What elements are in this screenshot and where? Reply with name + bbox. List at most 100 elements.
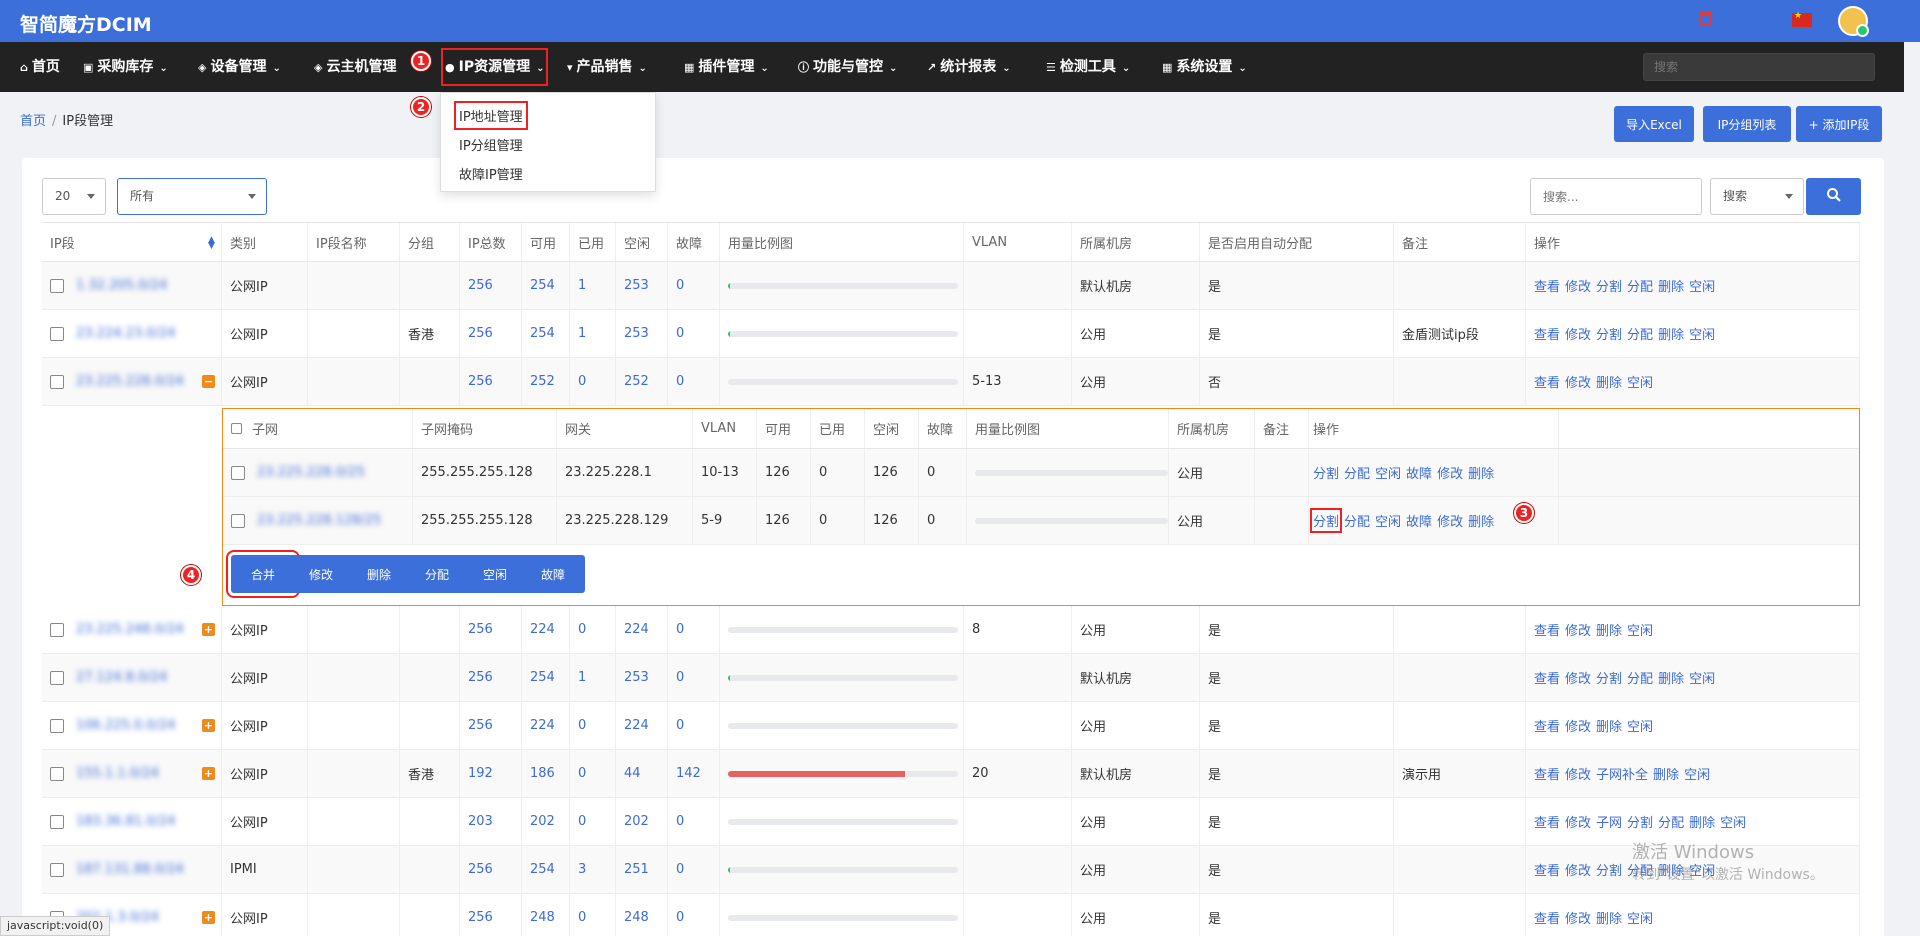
row-action-link[interactable]: 修改 — [1565, 764, 1591, 783]
row-action-link[interactable]: 分配 — [1658, 812, 1684, 831]
row-action-link[interactable]: 删除 — [1658, 324, 1684, 343]
subnet-link[interactable]: 23.225.228.0/25 — [257, 465, 365, 480]
cell-value[interactable]: 224 — [530, 622, 555, 637]
cell-value[interactable]: 0 — [676, 718, 684, 733]
subnet-action-link[interactable]: 分割 — [1313, 463, 1339, 482]
cell-value[interactable]: 251 — [624, 862, 649, 877]
row-action-link[interactable]: 删除 — [1596, 716, 1622, 735]
expand-icon[interactable]: + — [202, 719, 215, 732]
china-flag-icon[interactable] — [1792, 11, 1812, 27]
ip-segment-link[interactable]: 27.124.8.0/24 — [76, 670, 167, 685]
row-action-link[interactable]: 删除 — [1596, 908, 1622, 927]
cell-value[interactable]: 224 — [624, 622, 649, 637]
cell-value[interactable]: 256 — [468, 670, 493, 685]
cell-value[interactable]: 0 — [578, 718, 586, 733]
row-checkbox[interactable] — [50, 326, 64, 341]
trash-icon[interactable] — [1700, 12, 1712, 26]
subnet-select-all-checkbox[interactable] — [231, 423, 242, 434]
app-title[interactable]: 智简魔方DCIM — [20, 10, 152, 37]
row-checkbox[interactable] — [50, 814, 64, 829]
cell-value[interactable]: 0 — [676, 862, 684, 877]
cell-value[interactable]: 202 — [624, 814, 649, 829]
delete-button[interactable]: 删除 — [347, 555, 411, 593]
subnet-action-link[interactable]: 分配 — [1344, 463, 1370, 482]
ip-segment-link[interactable]: 106.225.0.0/24 — [76, 718, 176, 733]
dropdown-item-fault-ip[interactable]: 故障IP管理 — [459, 164, 523, 183]
subnet-action-link[interactable]: 故障 — [1406, 463, 1432, 482]
cell-value[interactable]: 0 — [676, 622, 684, 637]
cell-value[interactable]: 0 — [676, 910, 684, 925]
cell-value[interactable]: 256 — [468, 278, 493, 293]
row-action-link[interactable]: 查看 — [1534, 372, 1560, 391]
row-action-link[interactable]: 空闲 — [1627, 372, 1653, 391]
nav-item-3[interactable]: ◈ 云主机管理 — [314, 42, 396, 92]
cell-value[interactable]: 253 — [624, 278, 649, 293]
ip-segment-link[interactable]: 23.224.23.0/24 — [76, 326, 176, 341]
expand-icon[interactable]: + — [202, 623, 215, 636]
row-action-link[interactable]: 分割 — [1596, 668, 1622, 687]
row-action-link[interactable]: 子网补全 — [1596, 764, 1648, 783]
cell-value[interactable]: 256 — [468, 622, 493, 637]
nav-item-2[interactable]: ◈ 设备管理 ⌄ — [198, 42, 281, 92]
nav-item-8[interactable]: ↗ 统计报表 ⌄ — [927, 42, 1011, 92]
row-checkbox[interactable] — [50, 670, 64, 685]
search-field-select[interactable]: 搜索 — [1710, 178, 1804, 215]
dropdown-item-ip-address[interactable]: IP地址管理 — [454, 101, 528, 130]
row-action-link[interactable]: 分割 — [1627, 812, 1653, 831]
row-action-link[interactable]: 修改 — [1565, 860, 1591, 879]
import-excel-button[interactable]: 导入Excel — [1614, 106, 1694, 142]
row-action-link[interactable]: 分割 — [1596, 860, 1622, 879]
cell-value[interactable]: 248 — [624, 910, 649, 925]
row-checkbox[interactable] — [50, 718, 64, 733]
row-action-link[interactable]: 查看 — [1534, 812, 1560, 831]
cell-value[interactable]: 44 — [624, 766, 641, 781]
row-action-link[interactable]: 查看 — [1534, 324, 1560, 343]
subnet-action-link[interactable]: 空闲 — [1375, 511, 1401, 530]
subnet-action-link[interactable]: 空闲 — [1375, 463, 1401, 482]
row-action-link[interactable]: 修改 — [1565, 276, 1591, 295]
subnet-action-link[interactable]: 删除 — [1468, 511, 1494, 530]
add-ip-segment-button[interactable]: + 添加IP段 — [1796, 106, 1882, 142]
row-action-link[interactable]: 空闲 — [1689, 668, 1715, 687]
row-action-link[interactable]: 查看 — [1534, 620, 1560, 639]
cell-value[interactable]: 1 — [578, 278, 586, 293]
subnet-action-link[interactable]: 修改 — [1437, 511, 1463, 530]
row-action-link[interactable]: 查看 — [1534, 908, 1560, 927]
nav-item-1[interactable]: ▣ 采购库存 ⌄ — [83, 42, 168, 92]
cell-value[interactable]: 0 — [676, 326, 684, 341]
cell-value[interactable]: 1 — [578, 670, 586, 685]
cell-value[interactable]: 0 — [578, 766, 586, 781]
cell-value[interactable]: 0 — [676, 278, 684, 293]
subnet-action-link[interactable]: 删除 — [1468, 463, 1494, 482]
fault-button[interactable]: 故障 — [521, 555, 585, 593]
cell-value[interactable]: 254 — [530, 670, 555, 685]
cell-value[interactable]: 0 — [578, 622, 586, 637]
cell-value[interactable]: 224 — [530, 718, 555, 733]
row-action-link[interactable]: 删除 — [1689, 812, 1715, 831]
cell-value[interactable]: 0 — [676, 374, 684, 389]
expand-icon[interactable]: + — [202, 767, 215, 780]
row-action-link[interactable]: 删除 — [1653, 764, 1679, 783]
cell-value[interactable]: 3 — [578, 862, 586, 877]
nav-item-5[interactable]: ▾ 产品销售 ⌄ — [567, 42, 647, 92]
cell-value[interactable]: 1 — [578, 326, 586, 341]
subnet-row-checkbox[interactable] — [231, 513, 245, 528]
nav-item-9[interactable]: ☰ 检测工具 ⌄ — [1046, 42, 1130, 92]
subnet-row-checkbox[interactable] — [231, 465, 245, 480]
cell-value[interactable]: 203 — [468, 814, 493, 829]
search-button[interactable] — [1806, 178, 1861, 215]
cell-value[interactable]: 186 — [530, 766, 555, 781]
row-action-link[interactable]: 空闲 — [1627, 716, 1653, 735]
collapse-icon[interactable]: − — [202, 375, 215, 388]
subnet-action-link[interactable]: 分割 — [1309, 508, 1343, 533]
row-action-link[interactable]: 修改 — [1565, 812, 1591, 831]
cell-value[interactable]: 192 — [468, 766, 493, 781]
subnet-action-link[interactable]: 故障 — [1406, 511, 1432, 530]
row-action-link[interactable]: 查看 — [1534, 860, 1560, 879]
cell-value[interactable]: 202 — [530, 814, 555, 829]
row-checkbox[interactable] — [50, 622, 64, 637]
cell-value[interactable]: 0 — [676, 670, 684, 685]
category-select[interactable]: 所有 — [117, 178, 267, 215]
cell-value[interactable]: 256 — [468, 326, 493, 341]
row-action-link[interactable]: 分割 — [1596, 276, 1622, 295]
